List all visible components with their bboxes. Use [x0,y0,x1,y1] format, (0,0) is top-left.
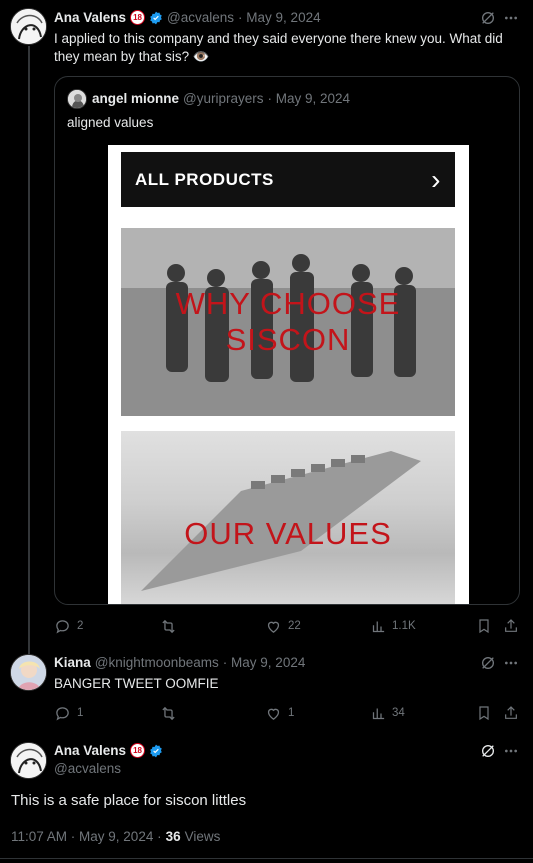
like-button[interactable]: 1 [265,705,294,722]
author-handle[interactable]: @knightmoonbeams [95,655,219,670]
quoted-tweet[interactable]: angel mionne @yuriprayers · May 9, 2024 … [54,76,520,605]
like-count: 1 [288,707,295,719]
analytics-icon [372,708,385,719]
view-count: 34 [392,707,405,719]
author-name[interactable]: Ana Valens [54,10,126,25]
verified-icon [149,11,163,25]
reply-button[interactable]: 2 [54,618,83,635]
tweet-header: Kiana @knightmoonbeams · May 9, 2024 [54,655,305,670]
views-count: 36 [165,829,181,844]
avatar[interactable] [10,654,47,691]
tweet-timestamp[interactable]: 11:07 AM · May 9, 2024 · [11,829,162,844]
tweet-date[interactable]: · May 9, 2024 [238,10,321,25]
reply-icon [56,619,69,634]
main-tweet-text: This is a safe place for siscon littles [11,792,247,809]
divider [0,858,533,859]
avatar[interactable] [10,8,47,45]
tweet-header: Ana Valens 18 [54,743,163,758]
author-handle[interactable]: @acvalens [167,10,234,25]
view-count: 1.1K [392,620,416,632]
why-choose-text: WHY CHOOSE SISCON [176,286,401,358]
adult-badge-icon: 18 [130,743,146,758]
share-icon [505,706,517,719]
retweet-button[interactable] [160,618,183,635]
reply-button[interactable]: 1 [54,705,83,722]
heart-icon [267,621,280,633]
tweet-actions: 2 22 1.1K [54,617,520,635]
bookmark-button[interactable] [476,618,492,634]
grok-icon[interactable] [480,655,496,671]
bookmark-icon [479,706,489,721]
like-button[interactable]: 22 [265,618,301,635]
grok-icon[interactable] [480,10,496,26]
author-handle[interactable]: @acvalens [54,761,121,776]
more-options-icon[interactable] [503,743,519,759]
reply-count: 1 [77,707,84,719]
views-button[interactable]: 1.1K [371,619,416,634]
heart-icon [267,708,280,720]
our-values-label: OUR VALUES [184,515,392,551]
bookmark-button[interactable] [476,705,492,721]
our-values-panel: OUR VALUES [121,431,455,604]
share-button[interactable] [503,705,519,721]
retweet-icon [162,619,175,633]
quote-author-name: angel mionne [92,91,180,106]
adult-badge-icon: 18 [130,10,146,25]
grok-icon[interactable] [480,743,496,759]
retweet-button[interactable] [160,705,183,722]
chevron-right-icon: › [431,163,441,195]
share-icon [505,619,517,632]
author-name[interactable]: Ana Valens [54,743,126,758]
tweet-actions: 1 1 34 [54,704,520,722]
tweet-meta: 11:07 AM · May 9, 2024 · 36 Views [11,829,220,844]
thread-line [28,46,30,654]
verified-icon [149,744,163,758]
tweet-text: BANGER TWEET OOMFIE [54,676,219,691]
why-choose-panel: WHY CHOOSE SISCON [121,228,455,416]
reply-icon [56,706,69,721]
quote-header: angel mionne @yuriprayers · May 9, 2024 [92,91,350,106]
bookmark-icon [479,619,489,634]
more-options-icon[interactable] [503,10,519,26]
like-count: 22 [288,620,301,632]
why-choose-line1: WHY CHOOSE [175,286,401,321]
views-label: Views [184,829,221,844]
views-button[interactable]: 34 [371,706,405,721]
author-name[interactable]: Kiana [54,655,91,670]
avatar[interactable] [10,742,47,779]
quote-text: aligned values [67,115,154,130]
share-button[interactable] [503,618,519,634]
reply-count: 2 [77,620,84,632]
retweet-icon [162,706,175,720]
tweet-date[interactable]: · May 9, 2024 [223,655,306,670]
quote-date: · May 9, 2024 [267,91,351,106]
quote-author-handle: @yuriprayers [183,91,264,106]
analytics-icon [372,621,385,632]
tweet-header: Ana Valens 18 @acvalens · May 9, 2024 [54,10,321,25]
more-options-icon[interactable] [503,655,519,671]
all-products-label: ALL PRODUCTS [135,169,274,189]
quote-avatar[interactable] [67,89,87,109]
all-products-banner: ALL PRODUCTS › [121,152,455,207]
why-choose-line2: SISCON [225,322,351,357]
quote-image[interactable]: ALL PRODUCTS › WHY CHOOSE SISCON OUR VAL… [108,145,469,604]
tweet-text: I applied to this company and they said … [54,31,503,64]
